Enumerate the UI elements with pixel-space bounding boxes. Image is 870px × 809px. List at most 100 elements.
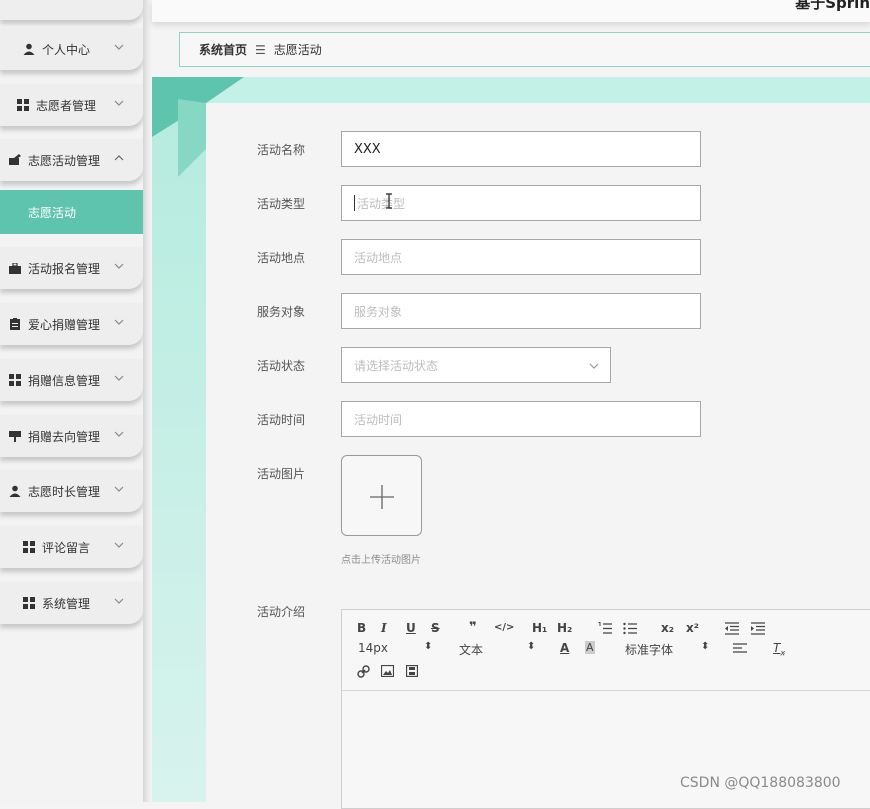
chevron-down-icon: [114, 100, 124, 106]
bold-button[interactable]: B: [357, 621, 366, 635]
sidebar-item-label: 捐赠去向管理: [28, 429, 101, 444]
activity-type-input[interactable]: 活动类型: [341, 185, 701, 221]
sidebar-item-label: 爱心捐赠管理: [28, 317, 101, 332]
activity-icon: [8, 153, 22, 167]
service-target-input[interactable]: 服务对象: [341, 293, 701, 329]
sidebar-item-label: 评论留言: [42, 540, 91, 555]
activity-status-placeholder: 请选择活动状态: [354, 358, 439, 373]
activity-status-label: 活动状态: [257, 359, 306, 373]
sidebar-item-donation[interactable]: 爱心捐赠管理: [0, 303, 143, 345]
upload-hint: 点击上传活动图片: [341, 555, 421, 566]
subscript-button[interactable]: x₂: [661, 621, 674, 635]
clear-format-icon[interactable]: Tx: [773, 641, 785, 657]
align-icon[interactable]: [733, 643, 747, 655]
activity-place-label: 活动地点: [257, 251, 306, 265]
chevron-down-icon: [589, 363, 599, 369]
plus-icon: [370, 485, 394, 509]
font-family-select[interactable]: 标准字体: [625, 641, 673, 658]
link-icon[interactable]: [357, 665, 370, 678]
person-icon: [8, 484, 22, 498]
sidebar-item-donation-info[interactable]: 捐赠信息管理: [0, 359, 143, 401]
sidebar-item-registration[interactable]: 活动报名管理: [0, 247, 143, 289]
breadcrumb-home[interactable]: 系统首页: [199, 41, 247, 58]
sidebar-subitem-volunteer-activity[interactable]: 志愿活动: [0, 190, 143, 234]
background-color-icon[interactable]: A: [585, 641, 595, 654]
activity-status-select[interactable]: 请选择活动状态: [341, 347, 611, 383]
sidebar-item-label: 捐赠信息管理: [28, 373, 101, 388]
ordered-list-icon[interactable]: [598, 622, 612, 635]
sidebar-subitem-label: 志愿活动: [28, 205, 77, 220]
image-icon[interactable]: [381, 665, 394, 677]
sidebar-item-activity[interactable]: 志愿活动管理: [0, 139, 143, 181]
bullet-list-icon[interactable]: [623, 622, 637, 635]
top-bar: 基于Sprin: [152, 0, 870, 22]
sidebar-item-comments[interactable]: 评论留言: [0, 526, 143, 568]
chevron-updown-icon: ⬍: [424, 641, 433, 652]
person-icon: [22, 42, 36, 56]
chevron-down-icon: [114, 44, 124, 50]
chevron-down-icon: [114, 319, 124, 325]
sidebar-item-label: 志愿活动管理: [28, 153, 101, 168]
heading1-button[interactable]: H₁: [532, 621, 547, 635]
chevron-down-icon: [114, 431, 124, 437]
sidebar-item-volunteer[interactable]: 志愿者管理: [0, 84, 143, 126]
chevron-down-icon: [114, 542, 124, 548]
sidebar-item-system[interactable]: 系统管理: [0, 582, 143, 624]
breadcrumb-separator-icon: ☰: [255, 42, 266, 57]
text-caret: [354, 195, 355, 211]
blockquote-button[interactable]: ❞: [469, 620, 477, 635]
strikethrough-button[interactable]: S: [431, 621, 440, 635]
activity-time-placeholder: 活动时间: [354, 412, 403, 427]
sidebar-shadow: [143, 0, 152, 802]
activity-type-label: 活动类型: [257, 197, 306, 211]
activity-time-input[interactable]: 活动时间: [341, 401, 701, 437]
italic-button[interactable]: I: [381, 621, 387, 635]
activity-name-label: 活动名称: [257, 143, 306, 157]
grid-icon: [22, 540, 36, 554]
briefcase-icon: [8, 261, 22, 275]
chevron-up-icon: [114, 155, 124, 161]
grid-icon: [8, 373, 22, 387]
clipboard-icon: [8, 317, 22, 331]
chevron-down-icon: [114, 486, 124, 492]
chevron-updown-icon: ⬍: [527, 641, 536, 652]
sidebar-item-label: 活动报名管理: [28, 261, 101, 276]
sidebar-item-personal-center[interactable]: 个人中心: [0, 28, 143, 70]
sidebar-item-label: 志愿时长管理: [28, 484, 101, 499]
sidebar-item-label: 志愿者管理: [36, 98, 97, 113]
indent-icon[interactable]: [751, 622, 765, 635]
heading2-button[interactable]: H₂: [557, 621, 572, 635]
ibeam-cursor-icon: [386, 193, 392, 209]
activity-name-input[interactable]: XXX: [341, 131, 701, 167]
activity-place-input[interactable]: 活动地点: [341, 239, 701, 275]
text-style-select[interactable]: 文本: [459, 641, 483, 658]
underline-button[interactable]: U: [406, 621, 416, 635]
sidebar-item-prev[interactable]: [0, 0, 143, 20]
app-title: 基于Sprin: [795, 0, 870, 12]
editor-toolbar: B I U S ❞ </> H₁ H₂ x₂ x² 14px ⬍ 文本 ⬍ A …: [342, 610, 870, 691]
sidebar-item-donation-destination[interactable]: 捐赠去向管理: [0, 415, 143, 457]
chevron-down-icon: [114, 375, 124, 381]
image-upload-button[interactable]: [341, 455, 422, 536]
outdent-icon[interactable]: [725, 622, 739, 635]
font-color-icon[interactable]: A: [560, 641, 569, 655]
superscript-button[interactable]: x²: [686, 621, 699, 635]
chevron-down-icon: [114, 263, 124, 269]
activity-intro-label: 活动介绍: [257, 605, 306, 619]
chevron-down-icon: [114, 598, 124, 604]
breadcrumb-current: 志愿活动: [273, 43, 322, 57]
chevron-updown-icon: ⬍: [701, 641, 710, 652]
service-target-placeholder: 服务对象: [354, 304, 403, 319]
sidebar-item-label: 系统管理: [42, 596, 91, 611]
sidebar-item-volunteer-hours[interactable]: 志愿时长管理: [0, 470, 143, 512]
activity-time-label: 活动时间: [257, 413, 306, 427]
service-target-label: 服务对象: [257, 305, 306, 319]
activity-image-label: 活动图片: [257, 467, 306, 481]
video-icon[interactable]: [406, 665, 418, 677]
grid-icon: [16, 98, 30, 112]
decorative-ribbon: [152, 77, 244, 802]
font-size-select[interactable]: 14px: [358, 641, 388, 655]
sidebar-item-label: 个人中心: [42, 42, 91, 57]
breadcrumb: 系统首页 ☰ 志愿活动: [179, 32, 870, 67]
code-button[interactable]: </>: [494, 622, 514, 633]
